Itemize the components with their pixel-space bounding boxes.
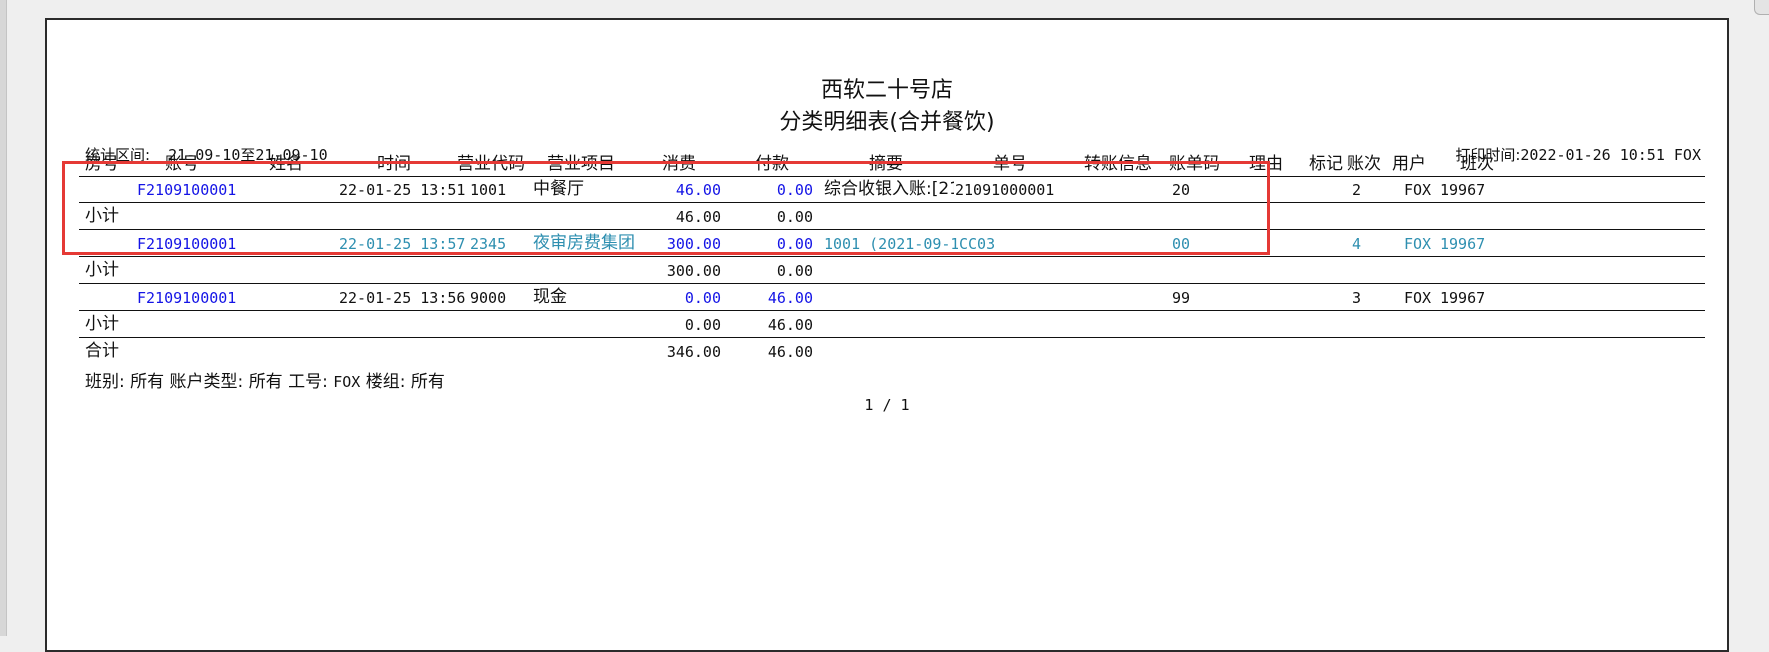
row-doc-no: CC03 xyxy=(959,235,996,253)
col-header-seq: 账次 xyxy=(1347,154,1381,174)
row-consume: 300.00 xyxy=(666,235,721,253)
col-header-payment: 付款 xyxy=(755,154,789,174)
subtotal-label: 小计 xyxy=(85,206,119,226)
col-header-bill-code: 账单码 xyxy=(1169,154,1220,174)
row-code: 1001 xyxy=(470,181,507,199)
print-time-value: 2022-01-26 10:51 FOX xyxy=(1520,146,1701,164)
subtotal-consume: 300.00 xyxy=(666,262,721,280)
employee-value: FOX xyxy=(333,373,361,391)
row-item: 现金 xyxy=(533,287,567,307)
subtotal-payment: 0.00 xyxy=(776,262,813,280)
report-page: 西软二十号店 分类明细表(合并餐饮) 统计区间: 21-09-10至21-09-… xyxy=(45,18,1729,652)
filter-summary: 班别: 所有 账户类型: 所有 工号: FOX 楼组: 所有 xyxy=(85,367,445,392)
shift-filter-label: 班别: xyxy=(85,372,125,392)
subtotal-label: 小计 xyxy=(85,260,119,280)
col-header-reason: 理由 xyxy=(1249,154,1283,174)
row-shift: 19967 xyxy=(1440,235,1486,253)
row-payment: 0.00 xyxy=(776,181,813,199)
row-user: FOX xyxy=(1404,235,1432,253)
col-header-transfer: 转账信息 xyxy=(1084,154,1152,174)
employee-label: 工号: xyxy=(288,372,328,392)
row-bill-code: 20 xyxy=(1172,181,1191,199)
row-shift: 19967 xyxy=(1440,289,1486,307)
row-code: 9000 xyxy=(470,289,507,307)
col-header-consume: 消费 xyxy=(662,154,696,174)
row-time: 22-01-25 13:57 xyxy=(339,235,466,253)
col-header-account: 账号 xyxy=(165,154,199,174)
row-divider xyxy=(79,283,1705,284)
row-shift: 19967 xyxy=(1440,181,1486,199)
row-divider xyxy=(79,310,1705,311)
col-header-shift: 班次 xyxy=(1460,154,1494,174)
store-name: 西软二十号店 xyxy=(820,78,953,103)
account-link[interactable]: F2109100001 xyxy=(137,288,236,308)
row-user: FOX xyxy=(1404,181,1432,199)
subtotal-payment: 46.00 xyxy=(767,316,813,334)
left-window-edge xyxy=(0,0,7,636)
row-bill-code: 99 xyxy=(1172,289,1191,307)
header-divider xyxy=(79,176,1705,177)
col-header-time: 时间 xyxy=(377,154,411,174)
subtotal-label: 小计 xyxy=(85,314,119,334)
row-divider xyxy=(79,256,1705,257)
row-item: 夜审房费集团 xyxy=(533,233,635,253)
account-link[interactable]: F2109100001 xyxy=(137,234,236,254)
row-seq: 3 xyxy=(1352,289,1362,307)
row-divider xyxy=(79,229,1705,230)
row-divider xyxy=(79,337,1705,338)
col-header-doc-no: 单号 xyxy=(993,154,1027,174)
total-payment: 46.00 xyxy=(767,343,813,361)
col-header-name: 姓名 xyxy=(269,154,303,174)
row-seq: 4 xyxy=(1352,235,1362,253)
row-consume: 0.00 xyxy=(684,289,721,307)
row-summary: 综合收银入账:[21( xyxy=(824,179,954,199)
col-header-item: 营业项目 xyxy=(547,154,615,174)
row-payment: 0.00 xyxy=(776,235,813,253)
corner-resize-icon[interactable] xyxy=(1754,0,1769,15)
col-header-user: 用户 xyxy=(1392,154,1426,174)
row-time: 22-01-25 13:56 xyxy=(339,289,466,307)
report-title: 分类明细表(合并餐饮) xyxy=(779,110,995,135)
col-header-code: 营业代码 xyxy=(457,154,525,174)
total-consume: 346.00 xyxy=(666,343,721,361)
row-item: 中餐厅 xyxy=(533,179,584,199)
row-time: 22-01-25 13:51 xyxy=(339,181,466,199)
row-bill-code: 00 xyxy=(1172,235,1191,253)
row-payment: 46.00 xyxy=(767,289,813,307)
total-label: 合计 xyxy=(85,341,119,361)
row-code: 2345 xyxy=(470,235,507,253)
account-type-label: 账户类型: xyxy=(169,372,244,392)
building-value: 所有 xyxy=(410,372,445,392)
row-summary: 1001 (2021-09-10 xyxy=(824,235,958,253)
row-user: FOX xyxy=(1404,289,1432,307)
row-doc-no: 21091000001 xyxy=(955,181,1055,199)
row-consume: 46.00 xyxy=(675,181,721,199)
shift-filter-value: 所有 xyxy=(130,372,165,392)
building-label: 楼组: xyxy=(365,372,406,392)
page-number: 1 / 1 xyxy=(864,396,910,414)
account-type-value: 所有 xyxy=(248,372,283,392)
col-header-mark: 标记 xyxy=(1309,154,1343,174)
col-header-room: 房号 xyxy=(85,154,119,174)
account-link[interactable]: F2109100001 xyxy=(137,180,236,200)
subtotal-consume: 0.00 xyxy=(684,316,721,334)
subtotal-payment: 0.00 xyxy=(776,208,813,226)
col-header-summary: 摘要 xyxy=(869,154,903,174)
row-seq: 2 xyxy=(1352,181,1362,199)
subtotal-consume: 46.00 xyxy=(675,208,721,226)
row-divider xyxy=(79,202,1705,203)
